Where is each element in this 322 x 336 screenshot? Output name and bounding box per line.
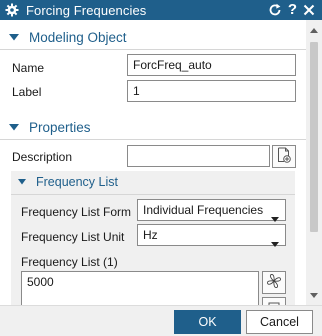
description-label: Description [12,150,73,164]
list-icon [268,296,280,305]
frequency-list-label: Frequency List (1) [21,255,118,269]
frequency-list-header[interactable]: Frequency List [11,171,295,193]
frequency-list-unit-value: Hz [143,228,158,242]
label-label: Label [12,85,42,99]
gear-icon [5,3,19,17]
chevron-down-icon [18,179,26,185]
section-divider [0,139,306,140]
frequency-list-unit-label: Frequency List Unit [21,230,125,244]
modeling-object-title: Modeling Object [29,29,127,45]
frequency-list-form-label: Frequency List Form [21,205,132,219]
frequency-list-title: Frequency List [36,175,118,189]
title-bar: Forcing Frequencies ? [0,0,322,20]
close-icon[interactable] [303,2,315,18]
vertical-scrollbar[interactable] [306,20,322,305]
add-document-icon [277,147,291,166]
chevron-down-icon [9,33,19,41]
modeling-object-header[interactable]: Modeling Object [0,26,306,48]
help-icon[interactable]: ? [288,2,297,18]
description-field[interactable] [127,145,270,167]
properties-title: Properties [29,119,91,135]
reset-icon[interactable] [268,2,282,18]
ok-button[interactable]: OK [174,310,241,334]
frequency-list-panel: Frequency List Frequency List Form Indiv… [11,171,295,305]
frequency-list-second-button[interactable] [262,297,286,305]
label-field[interactable]: 1 [127,80,296,102]
dialog-footer: OK Cancel [0,305,322,336]
properties-header[interactable]: Properties [0,116,306,138]
window-title: Forcing Frequencies [26,2,147,18]
section-divider [0,49,306,50]
dialog-content: Modeling Object Name ForcFreq_auto Label… [0,20,306,305]
chevron-down-icon [271,233,279,247]
chevron-down-icon [271,208,279,222]
cancel-button[interactable]: Cancel [246,310,313,334]
section-divider [11,194,295,195]
frequency-list-form-value: Individual Frequencies [143,203,264,217]
add-document-button[interactable] [272,145,296,168]
scroll-up-icon[interactable] [306,22,322,38]
name-label: Name [12,61,45,75]
frequency-list-unit-select[interactable]: Hz [137,224,286,247]
frequency-list-form-select[interactable]: Individual Frequencies [137,199,286,222]
frequency-list-textarea[interactable]: 5000 [21,271,259,305]
frequency-list-item: 5000 [27,275,54,289]
chevron-down-icon [9,123,19,131]
name-field[interactable]: ForcFreq_auto [127,54,296,76]
propeller-icon [266,273,282,292]
scrollbar-thumb[interactable] [310,42,318,232]
scroll-down-icon[interactable] [306,287,322,303]
frequency-list-tool-button[interactable] [262,271,286,294]
